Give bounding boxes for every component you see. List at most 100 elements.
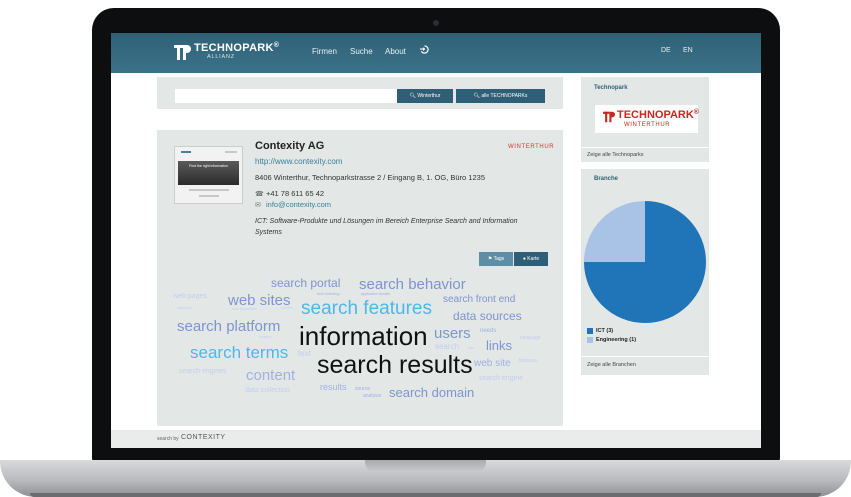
tag-word[interactable]: analysis bbox=[363, 394, 381, 399]
tag-word[interactable]: results bbox=[320, 383, 347, 392]
search-icon: 🔍︎ bbox=[473, 93, 481, 99]
laptop-notch bbox=[365, 460, 486, 472]
search-all-technoparks-button[interactable]: 🔍︎ alle TECHNOPARKs bbox=[456, 89, 545, 103]
thumb-logo bbox=[181, 151, 191, 153]
navbar: TECHNOPARK® ALLIANZ Firmen Suche About D… bbox=[111, 33, 761, 73]
show-all-technoparks-link[interactable]: Zeige alle Technoparks bbox=[587, 152, 643, 158]
company-url[interactable]: http://www.contexity.com bbox=[255, 157, 342, 166]
tag-word[interactable]: needs bbox=[480, 328, 496, 334]
technopark-logo-name-text: TECHNOPARK bbox=[617, 109, 694, 121]
technopark-logo-card[interactable]: TECHNOPARK® WINTERTHUR bbox=[595, 105, 699, 133]
search-all-label: alle TECHNOPARKs bbox=[481, 93, 528, 99]
laptop-base-edge bbox=[30, 493, 821, 497]
tag-word[interactable]: text indexing bbox=[317, 292, 339, 296]
technopark-title: Technopark bbox=[594, 85, 628, 91]
legend-swatch-ict bbox=[587, 328, 593, 334]
footer: search by CONTEXITY bbox=[111, 430, 761, 448]
tag-word[interactable]: location bbox=[259, 335, 271, 340]
thumb-hero-text: Find the right information bbox=[189, 164, 228, 168]
brand-registered: ® bbox=[273, 42, 280, 49]
mail-icon: ✉ bbox=[255, 202, 261, 209]
technopark-logo-registered: ® bbox=[693, 109, 699, 116]
show-all-branchen-link[interactable]: Zeige alle Branchen bbox=[587, 362, 636, 368]
legend-swatch-engineering bbox=[587, 337, 593, 343]
divider bbox=[581, 356, 709, 357]
pie-slice-engineering[interactable] bbox=[584, 201, 645, 262]
search-icon: 🔍︎ bbox=[409, 93, 416, 99]
tag-word[interactable]: text bbox=[298, 350, 311, 358]
tab-tags[interactable]: ⚑ Tags bbox=[479, 252, 513, 266]
tag-word[interactable]: search bbox=[435, 343, 459, 351]
technopark-winterthur-logo-icon bbox=[603, 111, 615, 123]
company-description: ICT: Software-Produkte und Lösungen im B… bbox=[255, 218, 518, 236]
tag-word[interactable]: features bbox=[519, 359, 537, 364]
company-card: Find the right information Contexity AG … bbox=[157, 130, 563, 426]
tag-word[interactable]: selected bbox=[177, 306, 192, 310]
branche-pie-chart bbox=[584, 201, 706, 323]
search-winterthur-button[interactable]: 🔍︎ Winterthur bbox=[397, 89, 453, 103]
lang-de[interactable]: DE bbox=[661, 47, 671, 54]
tag-word[interactable]: search features bbox=[301, 299, 432, 318]
tag-word[interactable]: application domain bbox=[361, 292, 390, 297]
search-input[interactable] bbox=[175, 89, 397, 103]
brand-sub: ALLIANZ bbox=[207, 54, 235, 60]
nav-link-about[interactable]: About bbox=[385, 47, 406, 56]
tag-word[interactable]: language bbox=[520, 336, 541, 341]
tab-karte[interactable]: ● Karte bbox=[514, 252, 548, 266]
footer-text: search by bbox=[157, 436, 179, 442]
technopark-logo-sub: WINTERTHUR bbox=[624, 122, 671, 128]
thumb-menu bbox=[225, 151, 237, 153]
thumb-text-line bbox=[199, 195, 219, 197]
tag-word[interactable]: search behavior bbox=[359, 277, 466, 292]
tag-word[interactable]: web pages bbox=[173, 293, 207, 300]
company-phone[interactable]: +41 78 611 65 42 bbox=[266, 189, 324, 198]
map-marker-icon: ● bbox=[522, 256, 526, 262]
brand-name[interactable]: TECHNOPARK® bbox=[194, 42, 279, 54]
tag-word[interactable]: data collection bbox=[245, 387, 290, 394]
tag-word[interactable]: search engine bbox=[479, 375, 523, 382]
tag-word[interactable]: search terms bbox=[190, 344, 288, 361]
technopark-logo-name: TECHNOPARK® bbox=[617, 109, 699, 121]
tag-word[interactable]: search engines bbox=[179, 368, 226, 375]
legend-label-engineering[interactable]: Engineering (1) bbox=[596, 337, 636, 343]
tag-word[interactable]: users bbox=[434, 326, 471, 341]
legend-label-ict[interactable]: ICT (3) bbox=[596, 328, 613, 334]
company-location: WINTERTHUR bbox=[508, 144, 555, 150]
tag-word[interactable]: queries bbox=[281, 306, 292, 311]
camera-icon bbox=[433, 20, 439, 26]
lang-en[interactable]: EN bbox=[683, 47, 693, 54]
phone-icon: ☎ bbox=[255, 191, 264, 198]
tag-word[interactable]: search platform bbox=[177, 319, 280, 334]
search-panel: 🔍︎ Winterthur 🔍︎ alle TECHNOPARKs bbox=[157, 77, 563, 109]
nav-link-firmen[interactable]: Firmen bbox=[312, 47, 337, 56]
nav-link-suche[interactable]: Suche bbox=[350, 47, 373, 56]
thumb-text-line bbox=[189, 189, 229, 191]
tag-word[interactable]: source bbox=[355, 387, 370, 392]
tag-word[interactable]: search front end bbox=[443, 295, 515, 305]
tag-word[interactable]: search results bbox=[317, 353, 473, 378]
tag-word[interactable]: content bbox=[246, 368, 295, 383]
company-email[interactable]: info@contexity.com bbox=[266, 200, 331, 209]
technopark-logo-icon[interactable] bbox=[174, 44, 191, 61]
screen: TECHNOPARK® ALLIANZ Firmen Suche About D… bbox=[111, 33, 761, 448]
tag-word[interactable]: information bbox=[299, 323, 428, 349]
tag-word[interactable]: search portal bbox=[271, 277, 340, 289]
tab-karte-label: Karte bbox=[527, 256, 540, 262]
tag-icon: ⚑ bbox=[487, 256, 493, 262]
tag-word[interactable]: user information bbox=[232, 307, 257, 312]
company-name: Contexity AG bbox=[255, 140, 325, 152]
tag-word[interactable]: data sources bbox=[453, 310, 522, 322]
tag-word[interactable]: see bbox=[468, 346, 474, 350]
brand-name-text: TECHNOPARK bbox=[194, 42, 274, 54]
tab-tags-label: Tags bbox=[493, 256, 505, 262]
company-address: 8406 Winterthur, Technoparkstrasse 2 / E… bbox=[255, 173, 485, 182]
tag-word[interactable]: links bbox=[486, 339, 512, 352]
tag-word[interactable]: web site bbox=[474, 359, 511, 369]
divider bbox=[581, 147, 709, 148]
footer-brand[interactable]: CONTEXITY bbox=[181, 434, 226, 441]
tag-word[interactable]: search domain bbox=[389, 386, 474, 399]
company-thumbnail[interactable]: Find the right information bbox=[174, 146, 243, 204]
branche-title: Branche bbox=[594, 176, 619, 182]
search-winterthur-label: Winterthur bbox=[417, 93, 441, 99]
login-icon[interactable] bbox=[420, 45, 429, 54]
